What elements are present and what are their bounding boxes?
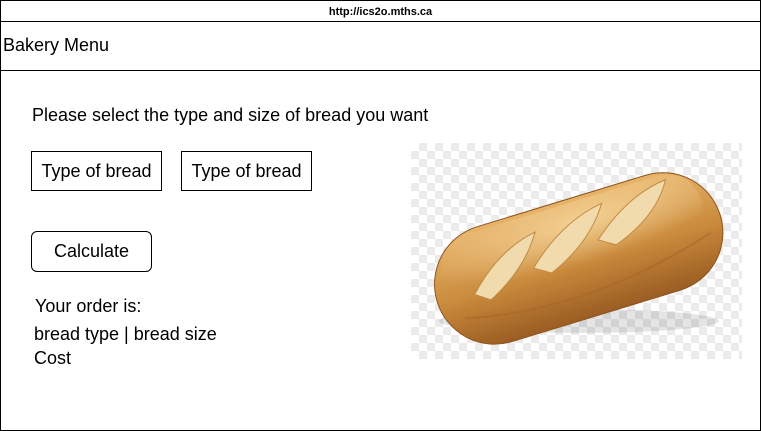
- order-summary: bread type | bread size: [34, 324, 217, 344]
- bread-type-select[interactable]: Type of bread: [31, 151, 162, 191]
- header-bar: Bakery Menu: [1, 22, 760, 71]
- bread-image: [411, 143, 742, 359]
- cost-output: Cost: [34, 348, 72, 368]
- order-label: Your order is:: [35, 296, 142, 316]
- page-frame: http://ics2o.mths.ca Bakery Menu Please …: [0, 0, 761, 431]
- calculate-button[interactable]: Calculate: [31, 231, 152, 272]
- bread-size-select[interactable]: Type of bread: [181, 151, 312, 191]
- bread-loaf-icon: [434, 172, 724, 345]
- address-bar[interactable]: http://ics2o.mths.ca: [1, 1, 760, 22]
- page-title: Bakery Menu: [3, 35, 110, 55]
- instruction-text: Please select the type and size of bread…: [32, 105, 429, 125]
